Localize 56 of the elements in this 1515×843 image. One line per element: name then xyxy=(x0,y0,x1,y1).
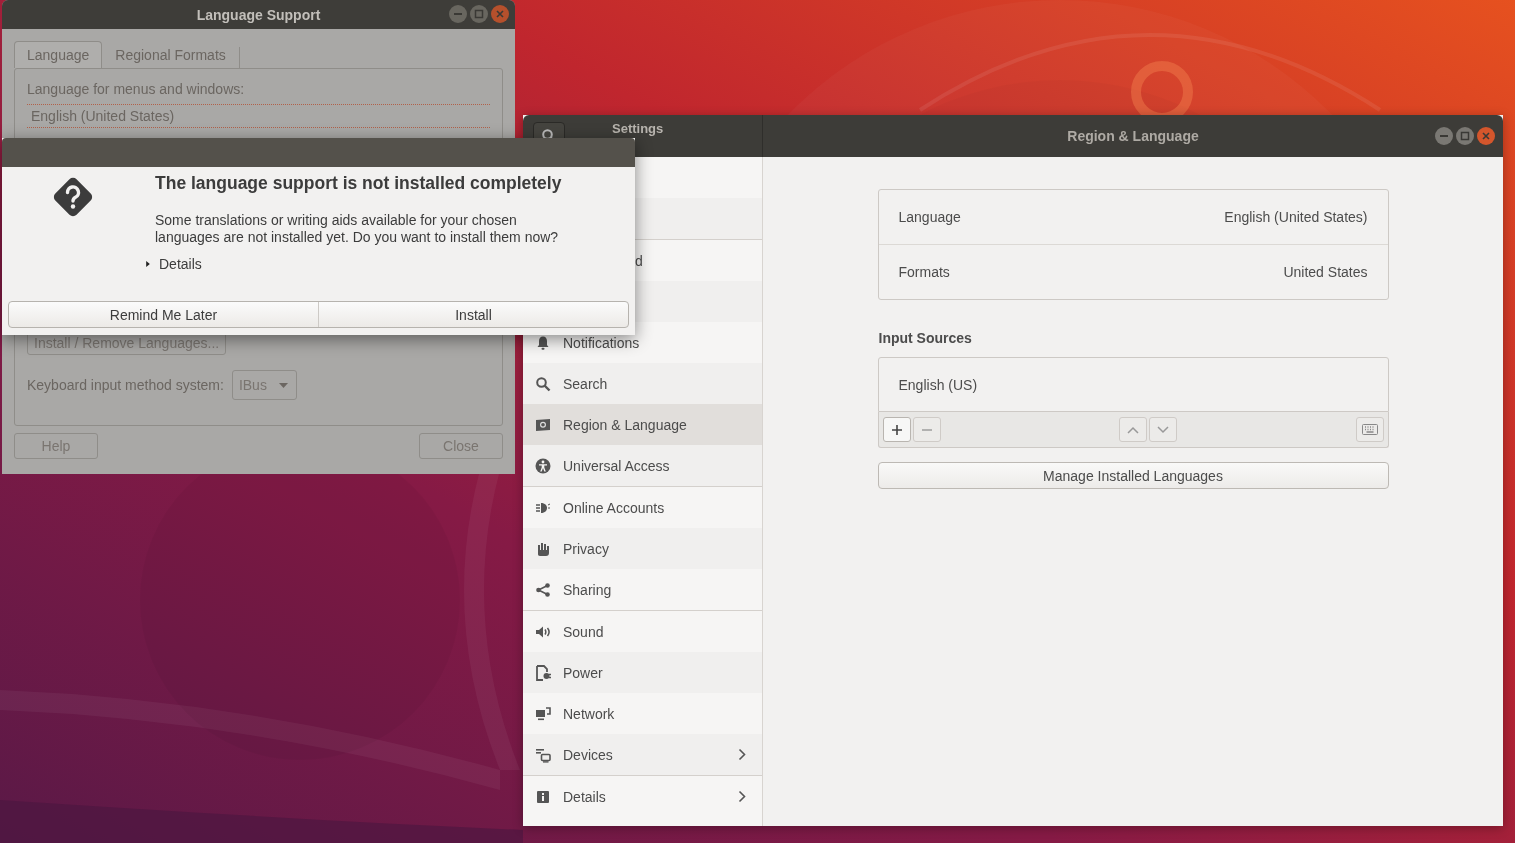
close-button[interactable] xyxy=(1477,127,1495,145)
move-down-button[interactable] xyxy=(1149,417,1177,442)
maximize-button[interactable] xyxy=(470,5,488,23)
accessibility-icon xyxy=(535,457,551,474)
maximize-button[interactable] xyxy=(1456,127,1474,145)
minimize-button[interactable] xyxy=(449,5,467,23)
install-button[interactable]: Install xyxy=(318,302,628,327)
sidebar-item[interactable]: Sharing xyxy=(523,569,762,610)
maximize-icon xyxy=(474,9,484,19)
plus-icon xyxy=(890,423,903,436)
sidebar-item[interactable]: Sound xyxy=(523,611,762,652)
window-title: Region & Language xyxy=(1067,128,1199,144)
dialog-message: Some translations or writing aids available for your chosen languages are not installed yet. Do you want to install them now? xyxy=(155,212,560,246)
dialog-title: The language support is not installed completely xyxy=(155,173,562,194)
list-label: Language for menus and windows: xyxy=(27,81,490,105)
maximize-icon xyxy=(1460,131,1470,141)
sidebar-item[interactable]: Online Accounts xyxy=(523,487,762,528)
search-icon xyxy=(535,375,551,392)
computer-icon xyxy=(535,705,551,722)
section-heading: Input Sources xyxy=(878,330,973,346)
info-icon xyxy=(535,788,551,805)
caret-icon xyxy=(278,382,288,388)
add-button[interactable] xyxy=(882,417,911,442)
minimize-button[interactable] xyxy=(1435,127,1453,145)
hand-icon xyxy=(535,540,551,557)
input-method-label: Keyboard input method system: xyxy=(27,377,224,393)
manage-languages-button[interactable]: Manage Installed Languages xyxy=(877,462,1389,489)
sidebar-item[interactable]: Search xyxy=(523,363,762,404)
sidebar-item[interactable]: Devices xyxy=(523,734,762,775)
bell-icon xyxy=(535,334,551,351)
sidebar-item[interactable]: Region & Language xyxy=(523,404,762,445)
sidebar-item[interactable]: Power xyxy=(523,652,762,693)
devices-icon xyxy=(535,746,551,763)
settings-row[interactable]: Language English (United States) xyxy=(878,190,1388,245)
input-source-item[interactable]: English (US) xyxy=(877,357,1389,412)
sidebar-item[interactable]: Network xyxy=(523,693,762,734)
settings-row[interactable]: Formats United States xyxy=(878,245,1388,299)
sidebar-item[interactable]: Details xyxy=(523,776,762,817)
details-expander[interactable]: Details xyxy=(145,256,202,272)
share-icon xyxy=(535,581,551,598)
battery-plug-icon xyxy=(535,664,551,681)
keyboard-icon xyxy=(1361,424,1378,435)
move-up-button[interactable] xyxy=(1119,417,1147,442)
close-icon xyxy=(1481,131,1491,141)
flag-icon xyxy=(535,416,551,433)
keyboard-button[interactable] xyxy=(1355,417,1384,442)
sidebar-item[interactable]: Privacy xyxy=(523,528,762,569)
close-button[interactable] xyxy=(491,5,509,23)
chevron-icon xyxy=(738,748,746,761)
close-icon xyxy=(495,9,505,19)
sidebar-item[interactable]: Universal Access xyxy=(523,445,762,486)
remind-later-button[interactable]: Remind Me Later xyxy=(9,302,318,327)
sidebar-title: Settings xyxy=(612,121,664,136)
triangle-icon xyxy=(145,259,151,269)
window-title: Language Support xyxy=(196,6,321,23)
chevron-icon xyxy=(738,790,746,803)
